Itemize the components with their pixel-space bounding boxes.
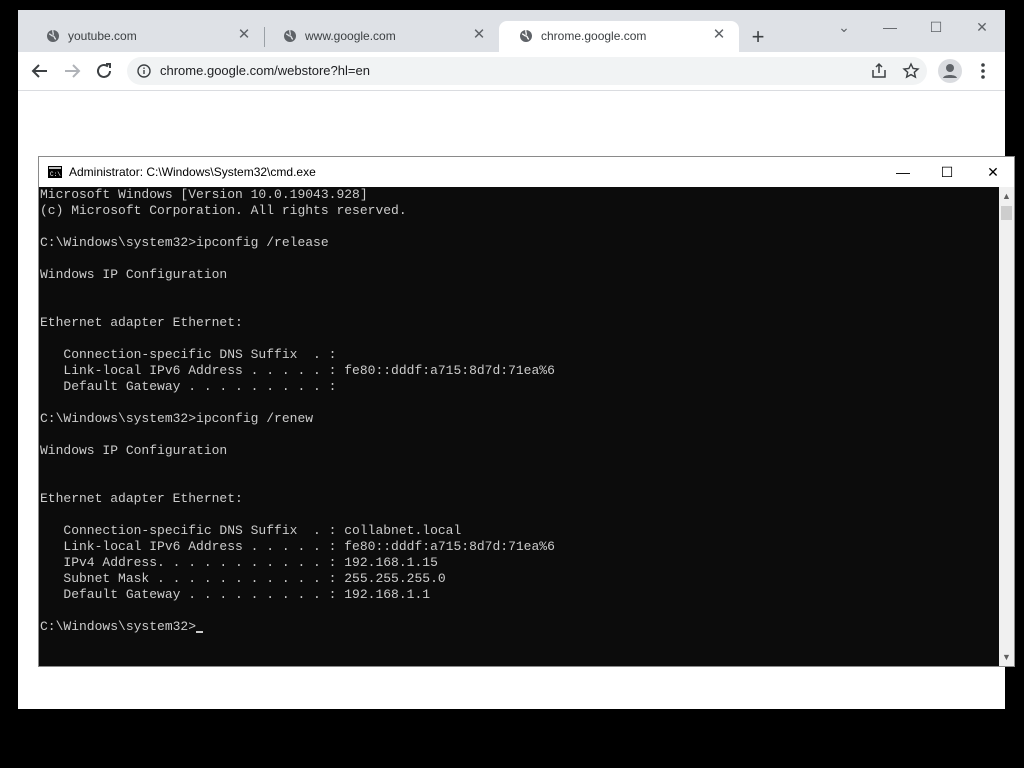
console-text: Microsoft Windows [Version 10.0.19043.92… [39,187,999,635]
tab-strip: youtube.com ✕ www.google.com ✕ chrome.go… [18,10,1005,52]
console-line: Ethernet adapter Ethernet: [40,491,243,506]
console-line: IPv4 Address. . . . . . . . . . . : 192.… [40,555,438,570]
console-line: Connection-specific DNS Suffix . : [40,347,337,362]
cmd-title-bar[interactable]: C:\ Administrator: C:\Windows\System32\c… [39,157,1014,187]
bookmark-star-icon[interactable] [902,62,920,80]
console-line: Windows IP Configuration [40,267,228,282]
minimize-button[interactable]: — [875,16,905,38]
share-icon[interactable] [870,62,888,80]
console-line: Connection-specific DNS Suffix . : colla… [40,523,462,538]
console-prompt: C:\Windows\system32> [40,619,197,634]
console-output[interactable]: Microsoft Windows [Version 10.0.19043.92… [39,187,999,666]
terminal-icon: C:\ [48,166,62,178]
tab-search-button[interactable]: ⌄ [829,16,859,38]
cmd-maximize-button[interactable]: ☐ [924,157,970,187]
kebab-menu-icon[interactable] [976,60,990,82]
tab-close-button[interactable]: ✕ [469,25,489,45]
console-line: Ethernet adapter Ethernet: [40,315,243,330]
forward-arrow-icon[interactable] [59,58,85,84]
tab-chrome-webstore[interactable]: chrome.google.com ✕ [499,21,739,52]
tab-close-button[interactable]: ✕ [234,25,254,45]
cmd-scrollbar[interactable]: ▲ ▼ [999,187,1014,666]
reload-icon[interactable] [91,58,117,84]
text-cursor [196,631,204,633]
new-tab-button[interactable]: + [744,24,772,52]
console-line: C:\Windows\system32>ipconfig /release [40,235,329,250]
person-icon [943,64,957,78]
console-line: Subnet Mask . . . . . . . . . . . : 255.… [40,571,446,586]
tab-close-button[interactable]: ✕ [709,25,729,45]
globe-icon [520,29,532,42]
console-line: Default Gateway . . . . . . . . . : [40,379,337,394]
scroll-up-icon[interactable]: ▲ [999,189,1014,203]
console-line: (c) Microsoft Corporation. All rights re… [40,203,407,218]
console-line: Windows IP Configuration [40,443,228,458]
back-arrow-icon[interactable] [27,58,53,84]
cmd-close-button[interactable]: ✕ [970,157,1016,187]
globe-icon [47,29,59,42]
info-icon[interactable] [137,64,151,78]
cmd-title: Administrator: C:\Windows\System32\cmd.e… [69,165,316,179]
browser-toolbar: chrome.google.com/webstore?hl=en [18,52,1005,91]
console-line: C:\Windows\system32>ipconfig /renew [40,411,314,426]
tab-youtube[interactable]: youtube.com ✕ [26,21,264,52]
globe-icon [284,29,296,42]
maximize-button[interactable]: ☐ [921,16,951,38]
tab-title: www.google.com [305,29,396,43]
svg-text:C:\: C:\ [50,171,61,178]
tab-google[interactable]: www.google.com ✕ [263,21,499,52]
cmd-window: C:\ Administrator: C:\Windows\System32\c… [38,156,1015,667]
cmd-minimize-button[interactable]: — [880,157,926,187]
console-line: Link-local IPv6 Address . . . . . : fe80… [40,539,555,554]
console-line: Microsoft Windows [Version 10.0.19043.92… [40,187,368,202]
address-bar[interactable]: chrome.google.com/webstore?hl=en [127,57,927,85]
url-text[interactable]: chrome.google.com/webstore?hl=en [160,63,370,78]
profile-avatar[interactable] [938,59,962,83]
console-line: Default Gateway . . . . . . . . . : 192.… [40,587,431,602]
tab-title: youtube.com [68,29,137,43]
scroll-thumb[interactable] [1001,206,1012,220]
close-button[interactable]: ✕ [967,16,997,38]
tab-title: chrome.google.com [541,29,647,43]
scroll-down-icon[interactable]: ▼ [999,650,1014,664]
console-line: Link-local IPv6 Address . . . . . : fe80… [40,363,555,378]
